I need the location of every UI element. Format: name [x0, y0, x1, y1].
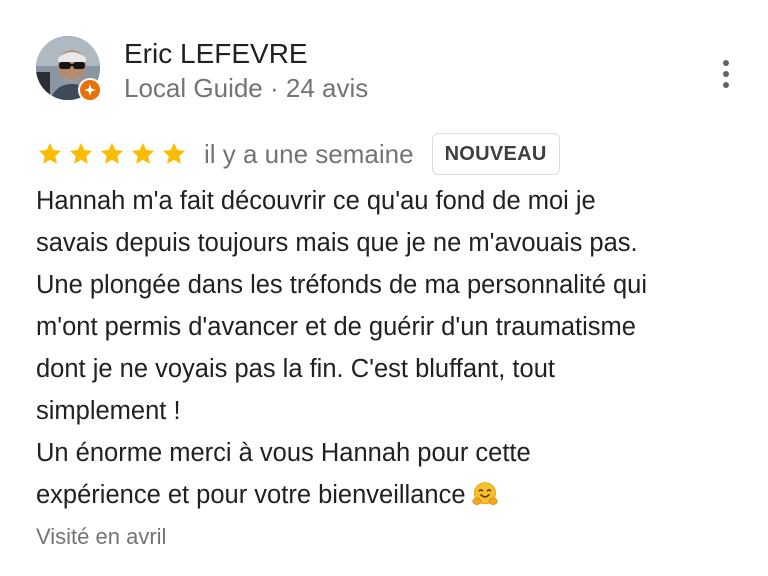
review-line: Un énorme merci à vous Hannah pour cette: [36, 439, 531, 467]
review-line-text: expérience et pour votre bienveillance: [36, 481, 466, 509]
visit-date: Visité en avril: [36, 524, 167, 549]
local-guide-badge-icon: [78, 78, 102, 102]
reviewer-name[interactable]: Eric LEFEVRE: [124, 38, 308, 70]
reviewer-subtitle: Local Guide · 24 avis: [124, 73, 369, 103]
star-rating: [36, 140, 188, 168]
star-icon: [131, 142, 155, 164]
more-vert-icon: [723, 60, 729, 66]
star-icon: [162, 142, 186, 164]
review-line: Une plongée dans les tréfonds de ma pers…: [36, 271, 647, 299]
review-line-last: expérience et pour votre bienveillance: [36, 474, 746, 516]
review-card: Eric LEFEVRE Local Guide · 24 avis il y …: [0, 0, 768, 576]
star-icon: [100, 142, 124, 164]
reviewer-avatar-container[interactable]: [36, 36, 102, 102]
rating-row: il y a une semaine NOUVEAU: [36, 132, 560, 176]
more-options-button[interactable]: [706, 54, 746, 94]
review-line: savais depuis toujours mais que je ne m'…: [36, 229, 638, 257]
star-icon: [69, 142, 93, 164]
review-line: simplement !: [36, 397, 181, 425]
hugging-face-emoji-icon: [471, 482, 498, 505]
review-time: il y a une semaine: [204, 138, 414, 169]
review-text: Hannah m'a fait découvrir ce qu'au fond …: [36, 180, 746, 516]
review-line: dont je ne voyais pas la fin. C'est bluf…: [36, 355, 555, 383]
new-badge: NOUVEAU: [431, 133, 560, 175]
review-line: Hannah m'a fait découvrir ce qu'au fond …: [36, 187, 596, 215]
star-icon: [38, 142, 62, 164]
review-line: m'ont permis d'avancer et de guérir d'un…: [36, 313, 636, 341]
